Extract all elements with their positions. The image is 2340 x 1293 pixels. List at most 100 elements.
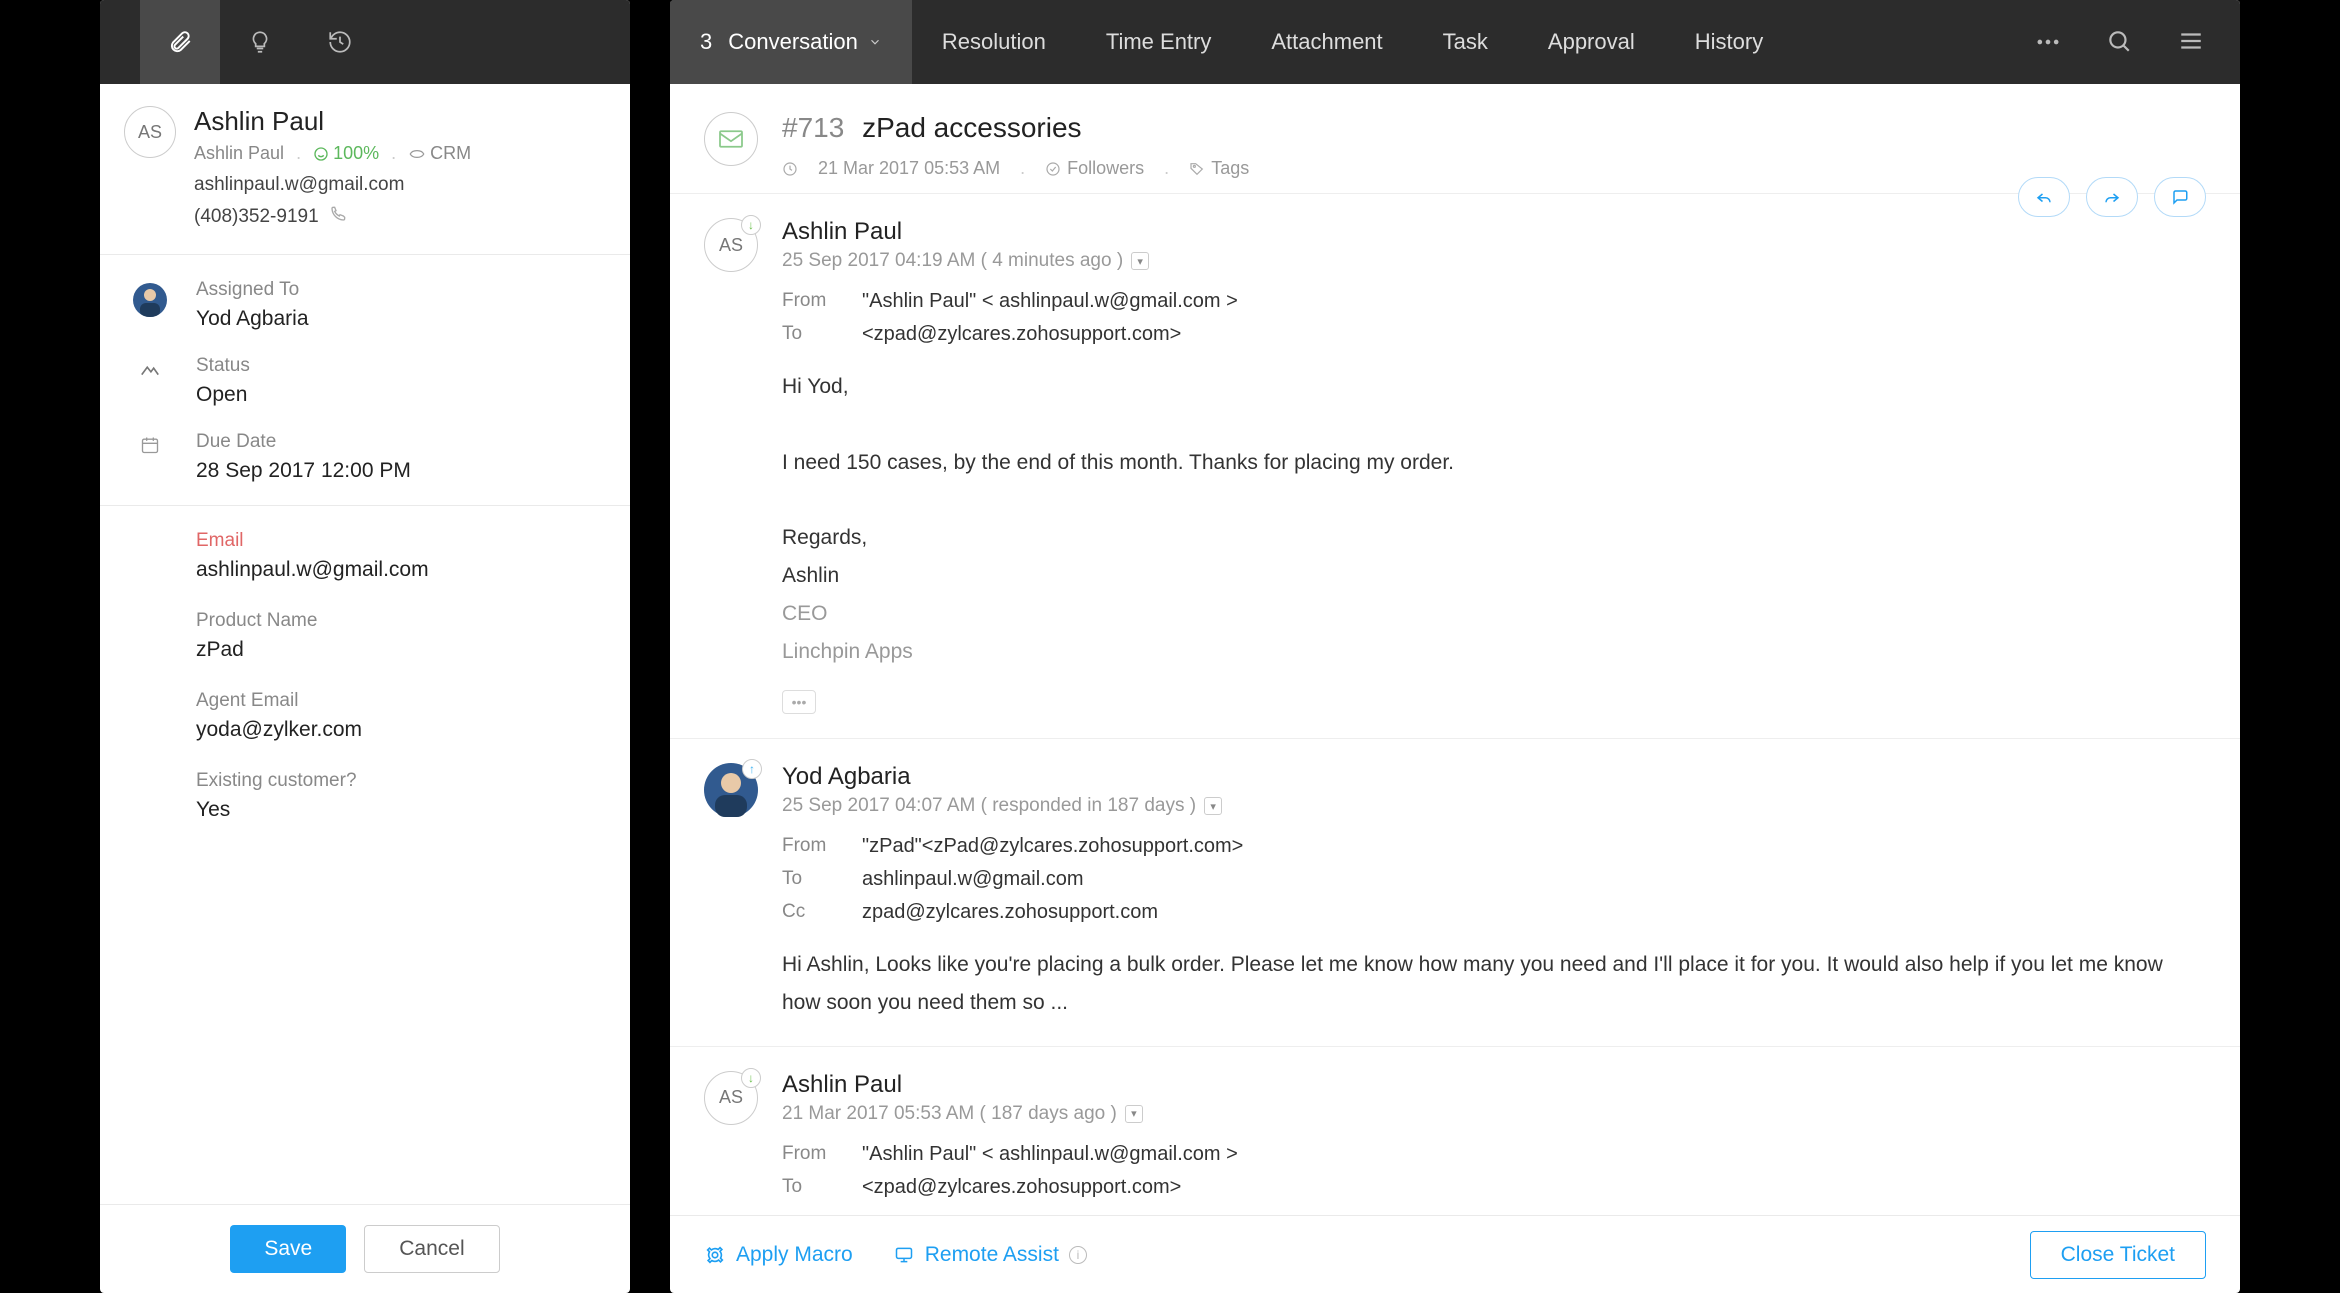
expand-quote-icon[interactable]: ••• [782,690,816,714]
ticket-id: #713 [782,112,844,143]
tags-link[interactable]: Tags [1189,158,1249,179]
to-value: <zpad@zylcares.zohosupport.com> [862,323,1181,346]
tab-conversation[interactable]: 3 Conversation [670,0,912,84]
message-avatar: AS ↓ [704,1071,758,1125]
ticket-header: #713 zPad accessories 21 Mar 2017 05:53 … [670,84,2240,194]
reply-actions [2018,177,2206,217]
incoming-icon: ↓ [741,1068,761,1088]
field-agentemail-label: Agent Email [196,690,606,712]
conversation-count: 3 [700,29,712,55]
assigned-to-label: Assigned To [196,279,309,301]
duedate-label: Due Date [196,431,411,453]
message-item[interactable]: AS ↓ Ashlin Paul 21 Mar 2017 05:53 AM ( … [670,1047,2240,1215]
assigned-to-row: Assigned To Yod Agbaria [100,255,630,331]
conversation-panel: 3 Conversation Resolution Time Entry Att… [670,0,2240,1293]
reply-button[interactable] [2018,177,2070,217]
phone-icon [330,206,346,227]
close-ticket-button[interactable]: Close Ticket [2030,1231,2206,1279]
save-button[interactable]: Save [230,1225,346,1273]
from-label: From [782,1143,836,1166]
to-label: To [782,323,836,346]
message-body: Hi Yod, I need 150 cases, by the end of … [782,368,2206,670]
comment-button[interactable] [2154,177,2206,217]
field-agentemail-value[interactable]: yoda@zylker.com [196,718,606,742]
expand-dropdown-icon[interactable]: ▾ [1125,1105,1143,1123]
mail-icon [704,112,758,166]
message-item[interactable]: ↑ Yod Agbaria 25 Sep 2017 04:07 AM ( res… [670,739,2240,1047]
to-label: To [782,868,836,891]
calendar-icon [124,431,176,483]
tab-time-entry[interactable]: Time Entry [1076,0,1242,84]
followers-link[interactable]: Followers [1045,158,1144,179]
custom-fields: Emailashlinpaul.w@gmail.com Product Name… [100,506,630,850]
field-product-value[interactable]: zPad [196,638,606,662]
status-icon [124,355,176,407]
tab-approval[interactable]: Approval [1518,0,1665,84]
field-existing-value[interactable]: Yes [196,798,606,822]
status-label: Status [196,355,250,377]
cc-label: Cc [782,901,836,924]
field-email-value[interactable]: ashlinpaul.w@gmail.com [196,558,606,582]
agent-avatar-icon [133,283,167,317]
requester-phone[interactable]: (408)352-9191 [194,206,471,228]
ticket-navbar: 3 Conversation Resolution Time Entry Att… [670,0,2240,84]
history-tab-icon[interactable] [300,0,380,84]
message-item[interactable]: AS ↓ Ashlin Paul 25 Sep 2017 04:19 AM ( … [670,194,2240,739]
attachment-tab-icon[interactable] [140,0,220,84]
tab-resolution[interactable]: Resolution [912,0,1076,84]
tab-task[interactable]: Task [1413,0,1518,84]
menu-icon[interactable] [2178,28,2206,56]
happiness-score[interactable]: 100% [313,143,379,164]
ticket-datetime: 21 Mar 2017 05:53 AM [818,158,1000,179]
clock-icon [782,161,798,177]
chevron-down-icon [868,35,882,49]
message-sender: Yod Agbaria [782,763,2206,791]
message-body: Hi Ashlin, Looks like you're placing a b… [782,946,2206,1022]
right-footer: Apply Macro Remote Assist i Close Ticket [670,1215,2240,1293]
forward-button[interactable] [2086,177,2138,217]
expand-dropdown-icon[interactable]: ▾ [1204,797,1222,815]
message-avatar: AS ↓ [704,218,758,272]
from-label: From [782,290,836,313]
tab-history[interactable]: History [1665,0,1793,84]
remote-assist-button[interactable]: Remote Assist i [893,1243,1087,1267]
requester-email[interactable]: ashlinpaul.w@gmail.com [194,174,471,196]
apply-macro-button[interactable]: Apply Macro [704,1243,853,1267]
from-label: From [782,835,836,858]
requester-name: Ashlin Paul [194,106,471,137]
duedate-row: Due Date 28 Sep 2017 12:00 PM [100,407,630,483]
info-icon[interactable]: i [1069,1246,1087,1264]
status-value[interactable]: Open [196,383,250,407]
more-icon[interactable] [2034,28,2062,56]
field-email-label: Email [196,530,606,552]
cancel-button[interactable]: Cancel [364,1225,499,1273]
thread: AS ↓ Ashlin Paul 25 Sep 2017 04:19 AM ( … [670,194,2240,1215]
requester-display-name: Ashlin Paul [194,143,284,164]
ticket-meta: 21 Mar 2017 05:53 AM . Followers . Tags [782,158,1249,179]
message-time: 25 Sep 2017 04:19 AM ( 4 minutes ago ) ▾ [782,250,2206,272]
message-time: 25 Sep 2017 04:07 AM ( responded in 187 … [782,795,2206,817]
duedate-value[interactable]: 28 Sep 2017 12:00 PM [196,459,411,483]
to-label: To [782,1176,836,1199]
outgoing-icon: ↑ [742,759,762,779]
ticket-subject: zPad accessories [862,112,1081,143]
expand-dropdown-icon[interactable]: ▾ [1131,252,1149,270]
ticket-title: #713 zPad accessories [782,112,1249,144]
assigned-to-value[interactable]: Yod Agbaria [196,307,309,331]
search-icon[interactable] [2106,28,2134,56]
requester-block: AS Ashlin Paul Ashlin Paul . 100% . CRM [100,84,630,232]
left-footer: Save Cancel [100,1204,630,1293]
from-value: "zPad"<zPad@zylcares.zohosupport.com> [862,835,1243,858]
incoming-icon: ↓ [741,215,761,235]
message-time: 21 Mar 2017 05:53 AM ( 187 days ago ) ▾ [782,1103,2206,1125]
contact-panel: AS Ashlin Paul Ashlin Paul . 100% . CRM [100,0,630,1293]
status-row: Status Open [100,331,630,407]
from-value: "Ashlin Paul" < ashlinpaul.w@gmail.com > [862,1143,1238,1166]
cc-value: zpad@zylcares.zohosupport.com [862,901,1158,924]
bulb-tab-icon[interactable] [220,0,300,84]
field-existing-label: Existing customer? [196,770,606,792]
message-avatar: ↑ [704,763,758,817]
crm-link[interactable]: CRM [408,143,471,164]
tab-attachment[interactable]: Attachment [1241,0,1412,84]
requester-avatar: AS [124,106,176,158]
